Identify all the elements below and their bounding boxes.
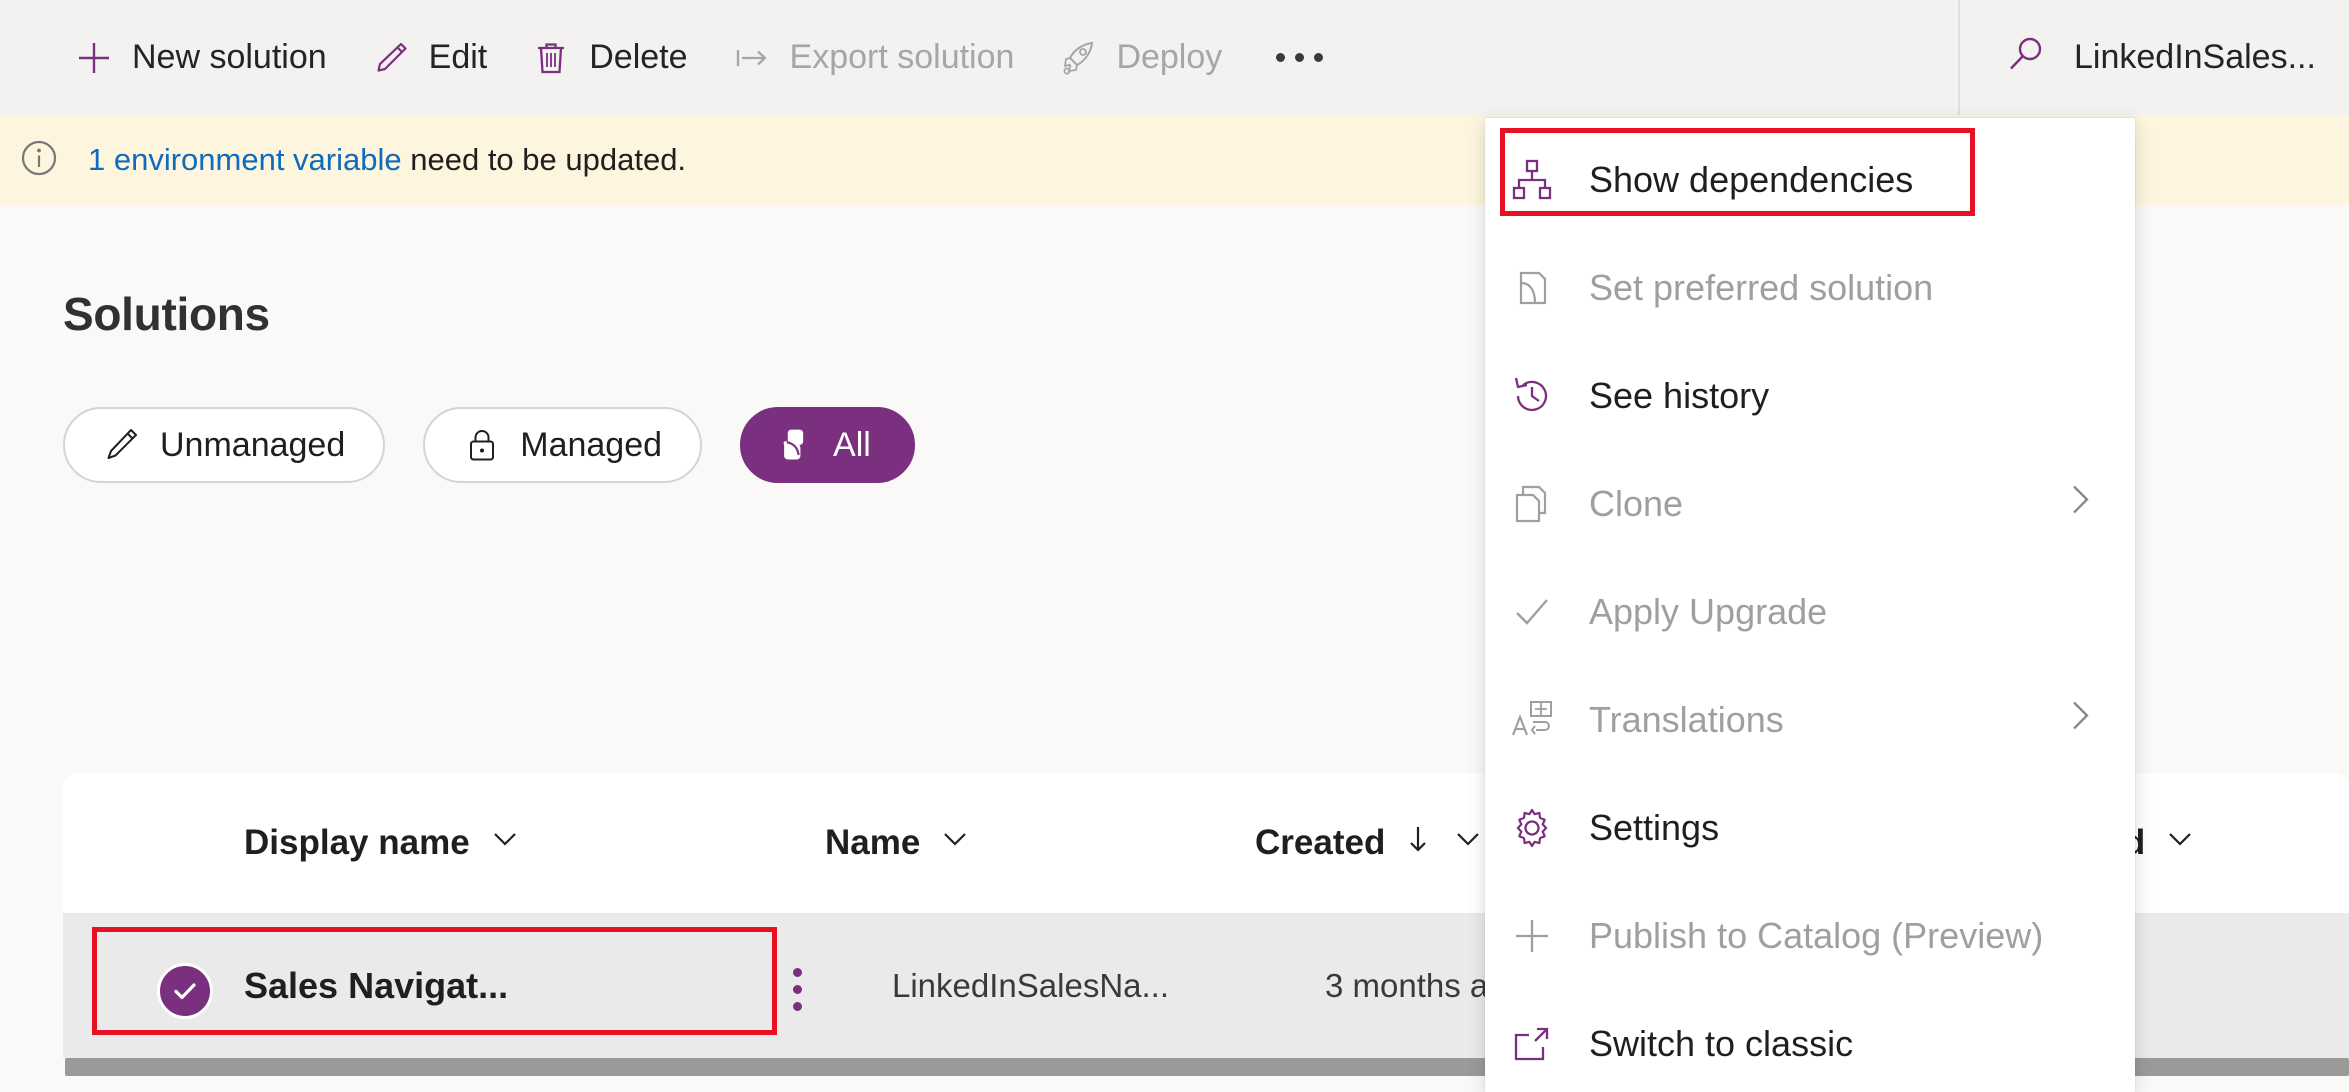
row-more-actions-button[interactable] bbox=[769, 961, 825, 1017]
menu-item-show-dependencies[interactable]: Show dependencies bbox=[1485, 126, 2135, 234]
solutions-page: New solution Edit Delete Export solution… bbox=[0, 0, 2349, 1092]
kebab-dot-icon bbox=[792, 967, 802, 977]
open-external-icon bbox=[1509, 1021, 1555, 1067]
menu-item-show-dependencies-label: Show dependencies bbox=[1589, 159, 1914, 200]
translate-icon bbox=[1509, 697, 1555, 743]
rocket-icon bbox=[1058, 38, 1098, 78]
plus-icon bbox=[1509, 913, 1555, 959]
row-context-menu: Show dependencies Set preferred solution… bbox=[1485, 118, 2135, 1092]
row-checkbox-selected[interactable] bbox=[157, 963, 213, 1019]
export-icon bbox=[732, 38, 772, 78]
menu-item-see-history-label: See history bbox=[1589, 375, 1770, 416]
filter-managed[interactable]: Managed bbox=[423, 407, 703, 483]
solution-icon bbox=[776, 426, 814, 464]
notification-message: 1 environment variable need to be update… bbox=[88, 142, 686, 178]
column-header-created[interactable]: Created bbox=[1255, 773, 1485, 913]
ellipsis-dot-icon bbox=[1275, 53, 1285, 62]
menu-item-publish-to-catalog-label: Publish to Catalog (Preview) bbox=[1589, 915, 2044, 956]
pencil-icon bbox=[103, 426, 141, 464]
chevron-down-icon bbox=[938, 822, 972, 865]
menu-item-settings[interactable]: Settings bbox=[1485, 774, 2135, 882]
menu-item-set-preferred-solution[interactable]: Set preferred solution bbox=[1485, 234, 2135, 342]
command-bar: New solution Edit Delete Export solution… bbox=[0, 0, 2349, 115]
environment-variable-link[interactable]: 1 environment variable bbox=[88, 142, 402, 177]
trash-icon bbox=[531, 38, 571, 78]
menu-item-apply-upgrade[interactable]: Apply Upgrade bbox=[1485, 558, 2135, 666]
menu-item-switch-to-classic-label: Switch to classic bbox=[1589, 1023, 1854, 1064]
deploy-label: Deploy bbox=[1116, 38, 1223, 76]
column-header-display-name[interactable]: Display name bbox=[244, 773, 522, 913]
filter-managed-label: Managed bbox=[520, 425, 663, 464]
menu-item-apply-upgrade-label: Apply Upgrade bbox=[1589, 591, 1828, 632]
new-solution-label: New solution bbox=[132, 38, 327, 76]
ellipsis-dot-icon bbox=[1294, 53, 1304, 62]
menu-item-see-history[interactable]: See history bbox=[1485, 342, 2135, 450]
column-header-display-name-label: Display name bbox=[244, 823, 470, 862]
filter-unmanaged[interactable]: Unmanaged bbox=[63, 407, 386, 483]
column-header-name[interactable]: Name bbox=[825, 773, 972, 913]
chevron-down-icon bbox=[1451, 822, 1485, 865]
kebab-dot-icon bbox=[792, 984, 802, 994]
menu-item-clone[interactable]: Clone bbox=[1485, 450, 2135, 558]
plus-icon bbox=[74, 38, 114, 78]
menu-item-publish-to-catalog[interactable]: Publish to Catalog (Preview) bbox=[1485, 882, 2135, 990]
menu-item-set-preferred-solution-label: Set preferred solution bbox=[1589, 267, 1934, 308]
deploy-button[interactable]: Deploy bbox=[1036, 22, 1244, 94]
menu-item-translations-label: Translations bbox=[1589, 699, 1784, 740]
delete-button[interactable]: Delete bbox=[509, 22, 709, 94]
pencil-icon bbox=[371, 38, 411, 78]
edit-label: Edit bbox=[428, 38, 488, 76]
delete-label: Delete bbox=[589, 38, 688, 76]
more-commands-button[interactable] bbox=[1260, 22, 1338, 94]
edit-button[interactable]: Edit bbox=[349, 22, 510, 94]
checkmark-icon bbox=[1509, 589, 1555, 635]
filter-all-label: All bbox=[833, 425, 871, 464]
filter-unmanaged-label: Unmanaged bbox=[160, 425, 346, 464]
cell-display-name[interactable]: Sales Navigat... bbox=[244, 913, 508, 1058]
search-field[interactable]: LinkedInSales... bbox=[1958, 0, 2316, 115]
history-icon bbox=[1509, 373, 1555, 419]
filter-all[interactable]: All bbox=[740, 407, 915, 483]
chevron-down-icon bbox=[488, 822, 522, 865]
page-title: Solutions bbox=[63, 288, 270, 340]
new-solution-button[interactable]: New solution bbox=[52, 22, 349, 94]
notification-rest: need to be updated. bbox=[401, 142, 687, 177]
search-icon bbox=[2004, 32, 2050, 83]
chevron-right-icon bbox=[2063, 696, 2097, 745]
solution-filter-group: Unmanaged Managed All bbox=[63, 407, 915, 483]
sort-descending-icon bbox=[1403, 822, 1433, 865]
menu-item-settings-label: Settings bbox=[1589, 807, 1720, 848]
search-input-value[interactable]: LinkedInSales... bbox=[2074, 38, 2316, 77]
gear-icon bbox=[1509, 805, 1555, 851]
menu-item-translations[interactable]: Translations bbox=[1485, 666, 2135, 774]
chevron-down-icon bbox=[2163, 822, 2197, 865]
kebab-dot-icon bbox=[792, 1001, 802, 1011]
menu-item-switch-to-classic[interactable]: Switch to classic bbox=[1485, 990, 2135, 1092]
export-solution-button[interactable]: Export solution bbox=[710, 22, 1037, 94]
preferred-solution-icon bbox=[1509, 265, 1555, 311]
cell-name: LinkedInSalesNa... bbox=[892, 966, 1170, 1004]
menu-item-clone-label: Clone bbox=[1589, 483, 1684, 524]
chevron-right-icon bbox=[2063, 480, 2097, 529]
command-bar-buttons: New solution Edit Delete Export solution… bbox=[0, 0, 1338, 115]
export-solution-label: Export solution bbox=[789, 38, 1015, 76]
ellipsis-dot-icon bbox=[1313, 53, 1323, 62]
lock-icon bbox=[463, 426, 501, 464]
info-icon bbox=[14, 133, 64, 188]
copy-icon bbox=[1509, 481, 1555, 527]
checkmark-icon bbox=[157, 963, 213, 1019]
column-header-name-label: Name bbox=[825, 823, 921, 862]
column-header-created-label: Created bbox=[1255, 823, 1386, 862]
dependencies-icon bbox=[1509, 157, 1555, 203]
